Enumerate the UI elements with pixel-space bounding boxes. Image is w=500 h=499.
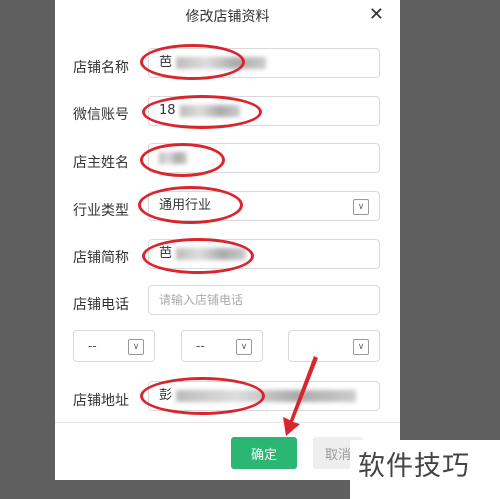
annotation-arrow-icon [283, 356, 318, 436]
watermark-text: 软件技巧 [358, 451, 470, 482]
watermark: 软件技巧 [350, 440, 500, 499]
